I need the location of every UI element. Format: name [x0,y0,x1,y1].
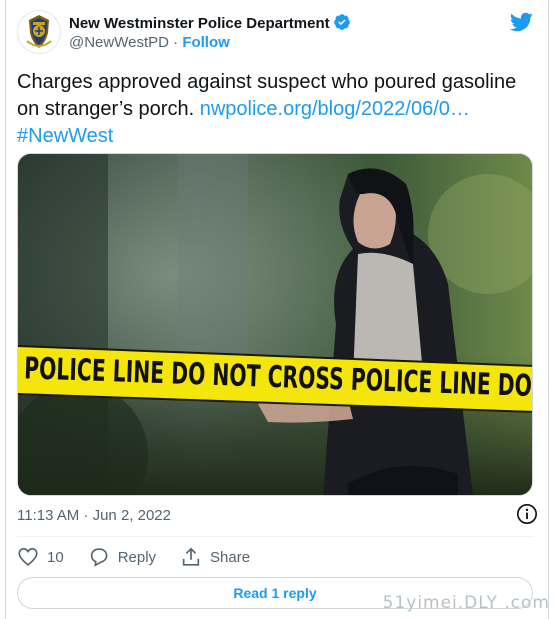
tweet-link[interactable]: nwpolice.org/blog/2022/06/0… [200,98,470,120]
tweet-timestamp[interactable]: 11:13 AM · Jun 2, 2022 [17,507,171,524]
reply-button[interactable]: Reply [88,546,156,568]
police-tape-photo: POLICE LINE DO NOT CROSS POLICE LINE DO [18,154,532,495]
reply-bubble-icon [90,548,108,567]
account-name[interactable]: New Westminster Police Department [69,15,330,32]
account-name-row[interactable]: New Westminster Police Department [69,13,351,32]
twitter-bird-icon[interactable] [509,10,533,34]
tweet-hashtag[interactable]: #NewWest [17,125,113,147]
verified-badge-icon [333,14,350,30]
share-button[interactable]: Share [180,546,250,568]
divider [17,536,533,537]
reply-label: Reply [117,548,157,566]
like-button[interactable]: 10 [17,546,64,568]
follow-button[interactable]: Follow [182,34,230,51]
share-label: Share [210,548,251,566]
tweet-header: New Westminster Police Department @NewWe… [17,10,541,56]
tweet-photo[interactable]: POLICE LINE DO NOT CROSS POLICE LINE DO [17,153,533,496]
tweet-text: Charges approved against suspect who pou… [17,69,532,150]
heart-icon [18,547,38,566]
account-handle-row: @NewWestPD · Follow [69,34,230,51]
info-icon[interactable] [516,503,538,525]
share-icon [182,547,200,566]
watermark: 51yimei.DLY .com [382,593,550,613]
tweet-actions: 10 Reply Share [17,545,274,569]
account-handle[interactable]: @NewWestPD [69,34,169,51]
police-crest-icon[interactable] [17,10,61,54]
handle-separator: · [173,34,179,51]
like-count: 10 [47,548,64,566]
